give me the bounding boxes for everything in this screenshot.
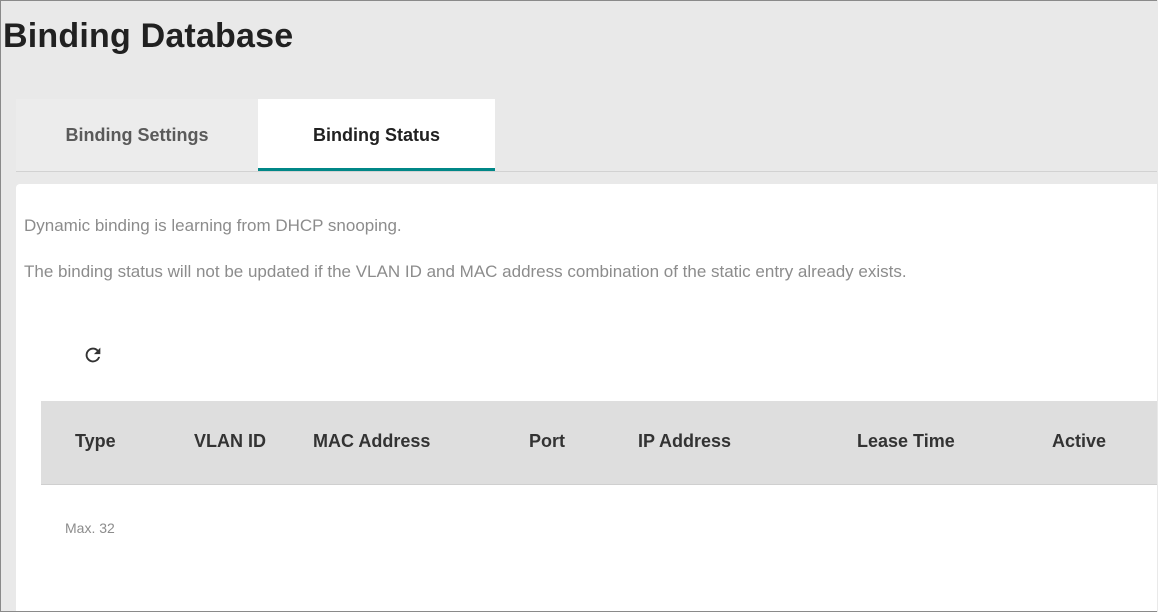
table-max-entries-label: Max. 32 — [65, 520, 115, 536]
tab-bar: Binding Settings Binding Status — [16, 99, 495, 171]
column-header-mac-address[interactable]: MAC Address — [313, 431, 430, 452]
column-header-port[interactable]: Port — [529, 431, 565, 452]
table-header: Type VLAN ID MAC Address Port IP Address… — [41, 401, 1157, 485]
column-header-active[interactable]: Active — [1052, 431, 1106, 452]
refresh-button[interactable] — [73, 335, 113, 375]
content-panel — [16, 184, 1157, 611]
info-text-static-entry-note: The binding status will not be updated i… — [24, 262, 907, 281]
tab-binding-status[interactable]: Binding Status — [258, 99, 495, 171]
info-text-dynamic-binding: Dynamic binding is learning from DHCP sn… — [24, 216, 402, 235]
page-title: Binding Database — [3, 17, 294, 55]
tab-binding-settings[interactable]: Binding Settings — [16, 99, 258, 171]
column-header-vlan-id[interactable]: VLAN ID — [194, 431, 266, 452]
app-frame: Binding Database Binding Settings Bindin… — [0, 0, 1157, 612]
column-header-ip-address[interactable]: IP Address — [638, 431, 731, 452]
column-header-type[interactable]: Type — [75, 431, 116, 452]
refresh-icon — [85, 347, 101, 363]
column-header-lease-time[interactable]: Lease Time — [857, 431, 955, 452]
tab-divider — [16, 171, 1157, 172]
